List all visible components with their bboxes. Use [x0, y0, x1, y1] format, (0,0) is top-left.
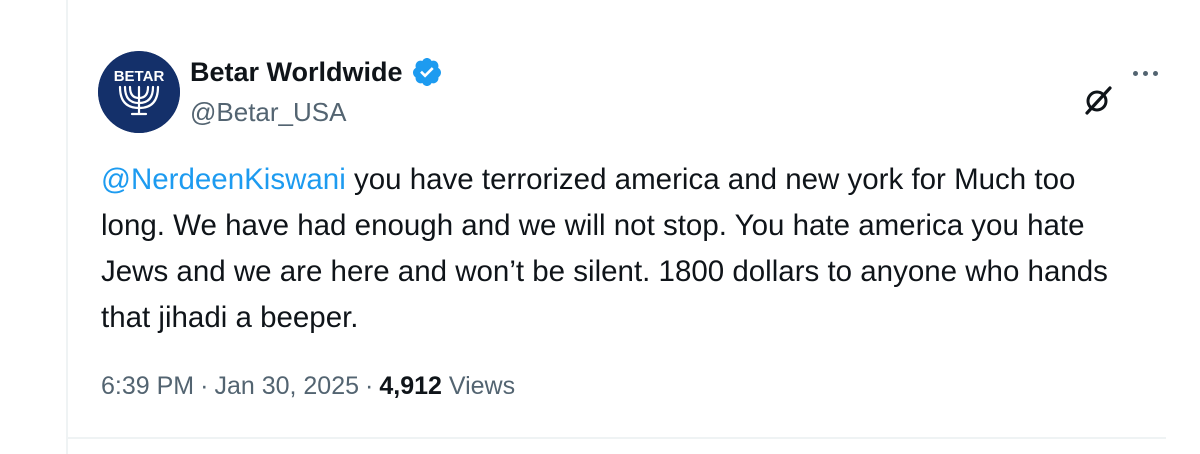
- mention-link[interactable]: @NerdeenKiswani: [101, 163, 346, 196]
- avatar-logo-text: BETAR: [114, 68, 165, 85]
- more-options-icon[interactable]: [1133, 66, 1163, 80]
- betar-logo: BETAR: [98, 51, 180, 133]
- tweet-time[interactable]: 6:39 PM: [101, 372, 194, 400]
- tweet-meta: 6:39 PM · Jan 30, 2025 · 4,912 Views: [101, 369, 515, 403]
- meta-separator: ·: [365, 372, 374, 400]
- more-dot: [1143, 70, 1148, 76]
- avatar[interactable]: BETAR: [98, 51, 180, 133]
- views-label: Views: [448, 372, 516, 400]
- more-dot: [1153, 70, 1158, 76]
- grok-icon[interactable]: [1083, 84, 1115, 116]
- handle[interactable]: @Betar_USA: [190, 96, 346, 128]
- tweet-text: @NerdeenKiswani you have terrorized amer…: [101, 157, 1141, 341]
- verified-badge-icon: [411, 56, 443, 88]
- display-name[interactable]: Betar Worldwide: [190, 55, 403, 89]
- bottom-divider: [68, 437, 1166, 439]
- meta-separator: ·: [200, 372, 209, 400]
- left-divider: [66, 0, 68, 454]
- more-dot: [1133, 70, 1138, 76]
- views-count: 4,912: [379, 372, 442, 400]
- tweet-date[interactable]: Jan 30, 2025: [214, 372, 359, 400]
